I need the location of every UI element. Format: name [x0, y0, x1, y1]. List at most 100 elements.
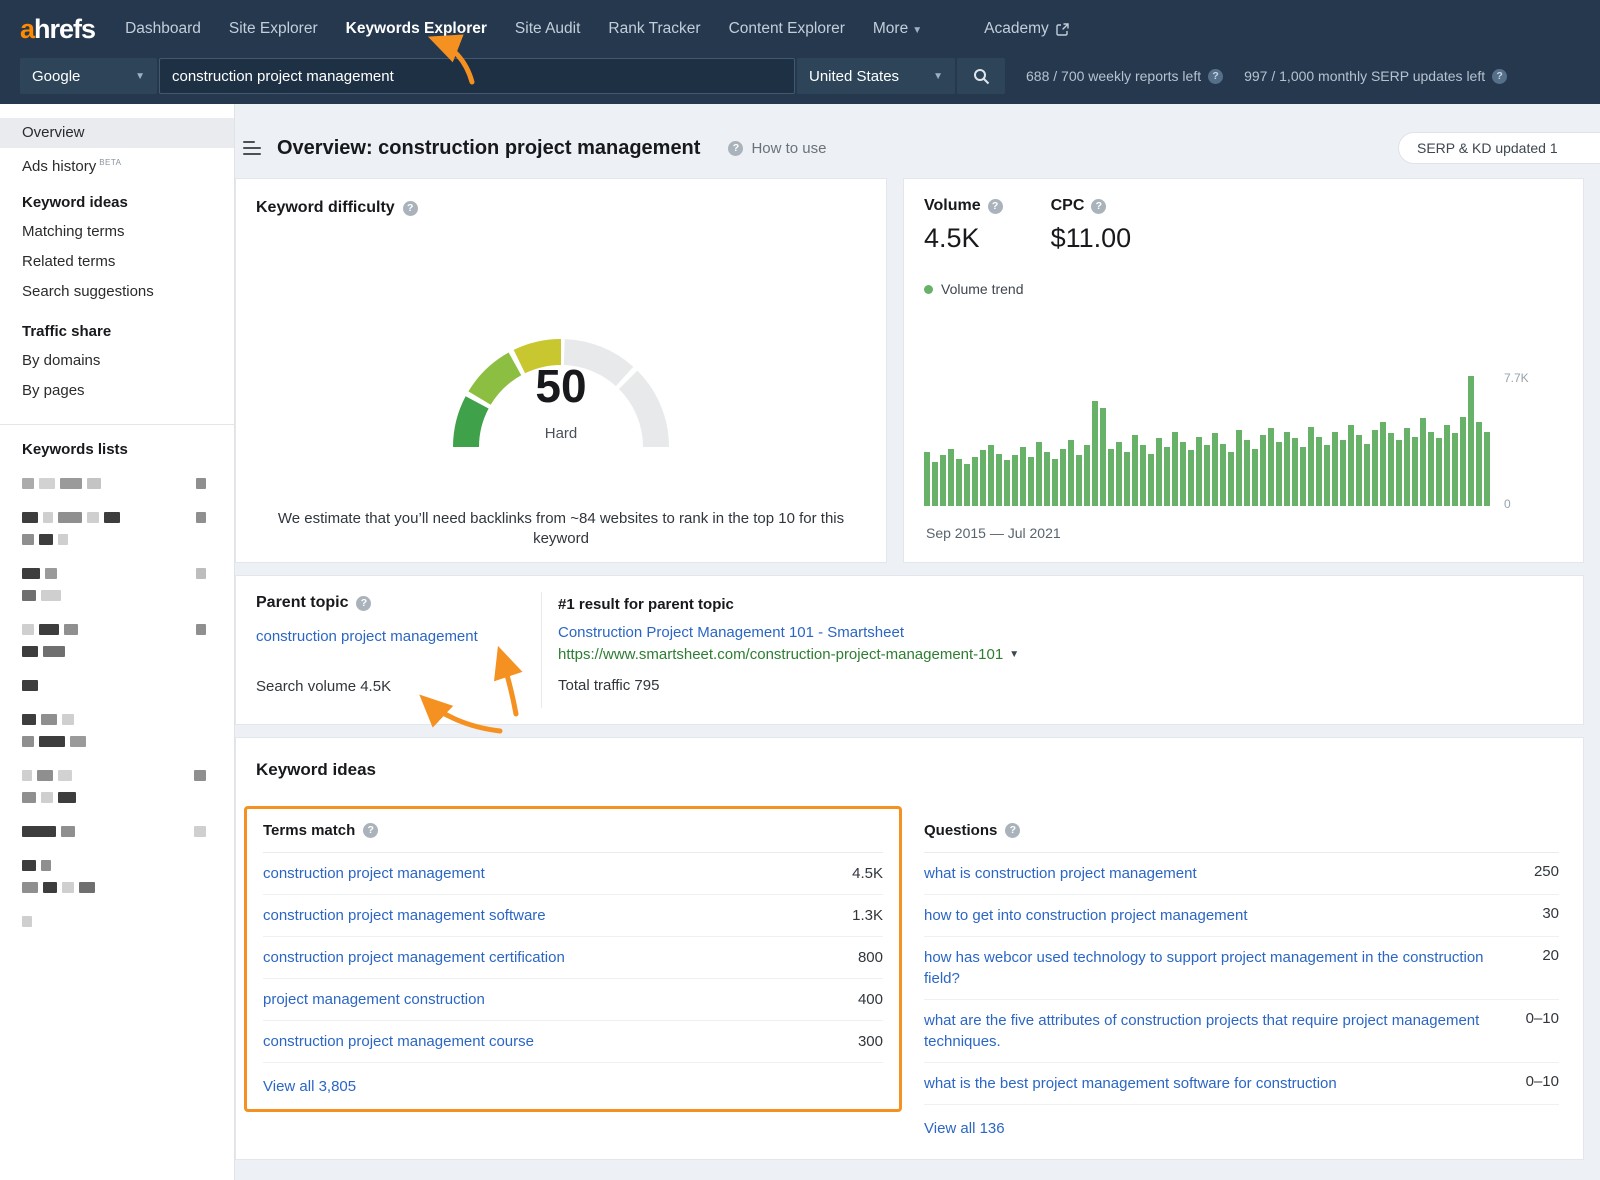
ahrefs-logo[interactable]: ahrefs [20, 14, 95, 45]
redacted-list-item[interactable] [22, 568, 234, 580]
table-row: what are the five attributes of construc… [924, 1000, 1559, 1063]
help-icon[interactable]: ? [363, 823, 378, 838]
parent-topic-keyword-link[interactable]: construction project management [256, 628, 478, 645]
keyword-link[interactable]: construction project management software [263, 907, 546, 924]
top-result-title-link[interactable]: Construction Project Management 101 - Sm… [558, 624, 904, 641]
volume-bar [1404, 428, 1410, 506]
search-button[interactable] [957, 58, 1005, 94]
volume-bar [1012, 455, 1018, 506]
volume-bar [1380, 422, 1386, 506]
redacted-list-item[interactable] [22, 534, 234, 546]
sidebar-item-ads-history[interactable]: Ads historyBETA [0, 148, 234, 178]
top-result-url[interactable]: https://www.smartsheet.com/construction-… [558, 646, 1019, 663]
cpc-label: CPC [1051, 197, 1085, 215]
serp-kd-updated-badge[interactable]: SERP & KD updated 1 [1398, 132, 1600, 164]
redacted-list-item[interactable] [22, 882, 234, 894]
logo-a: a [20, 14, 34, 44]
volume-bar [956, 459, 962, 506]
volume-cpc-card: Volume? 4.5K CPC? $11.00 Volume trend 7.… [903, 178, 1584, 563]
redacted-list-item[interactable] [22, 590, 234, 602]
search-engine-select[interactable]: Google▼ [20, 58, 157, 94]
sidebar-header-traffic-share: Traffic share [0, 307, 234, 346]
volume-bar [932, 462, 938, 506]
sidebar-item-by-domains[interactable]: By domains [0, 346, 234, 376]
help-icon[interactable]: ? [1091, 199, 1106, 214]
volume-bar [1052, 459, 1058, 506]
volume-bar [1068, 440, 1074, 506]
how-to-use-link[interactable]: ?How to use [728, 140, 826, 157]
keywords-lists-redacted [0, 464, 234, 928]
redacted-list-item[interactable] [22, 512, 234, 524]
help-icon[interactable]: ? [1208, 69, 1223, 84]
nav-item-keywords-explorer[interactable]: Keywords Explorer [346, 20, 487, 38]
country-select[interactable]: United States▼ [797, 58, 955, 94]
sidebar-item-search-suggestions[interactable]: Search suggestions [0, 277, 234, 307]
nav-item-rank-tracker[interactable]: Rank Tracker [608, 20, 700, 38]
sidebar: Overview Ads historyBETA Keyword ideas M… [0, 104, 235, 1180]
redacted-list-item[interactable] [22, 736, 234, 748]
volume-cell: 400 [858, 991, 883, 1008]
help-icon[interactable]: ? [988, 199, 1003, 214]
nav-item-dashboard[interactable]: Dashboard [125, 20, 201, 38]
keyword-link[interactable]: construction project management course [263, 1033, 534, 1050]
keyword-link[interactable]: what is construction project management [924, 863, 1534, 884]
keyword-link[interactable]: construction project management certific… [263, 949, 565, 966]
questions-view-all-link[interactable]: View all 136 [924, 1105, 1559, 1151]
contents-icon[interactable] [243, 141, 261, 155]
redacted-list-item[interactable] [22, 826, 234, 838]
redacted-list-item[interactable] [22, 860, 234, 872]
redacted-list-item[interactable] [22, 478, 234, 490]
help-icon[interactable]: ? [356, 596, 371, 611]
nav-item-site-explorer[interactable]: Site Explorer [229, 20, 318, 38]
volume-bar [1228, 452, 1234, 506]
volume-bar [1036, 442, 1042, 506]
volume-bar [1484, 432, 1490, 506]
sidebar-item-by-pages[interactable]: By pages [0, 376, 234, 406]
volume-bar [1148, 454, 1154, 506]
redacted-list-item[interactable] [22, 680, 234, 692]
chevron-down-icon: ▼ [933, 71, 943, 82]
volume-bar [1108, 449, 1114, 506]
chevron-down-icon: ▼ [912, 25, 922, 36]
redacted-list-item[interactable] [22, 646, 234, 658]
help-icon[interactable]: ? [403, 201, 418, 216]
redacted-list-item[interactable] [22, 714, 234, 726]
volume-bar [1172, 432, 1178, 506]
keyword-link[interactable]: project management construction [263, 991, 485, 1008]
help-icon[interactable]: ? [1005, 823, 1020, 838]
terms-match-view-all-link[interactable]: View all 3,805 [263, 1063, 883, 1109]
external-link-icon [1056, 23, 1069, 36]
difficulty-value: 50 [411, 359, 711, 413]
nav-item-more[interactable]: More▼ [873, 20, 922, 38]
volume-cell: 0–10 [1526, 1073, 1559, 1090]
sidebar-item-overview[interactable]: Overview [0, 118, 234, 148]
redacted-list-item[interactable] [22, 770, 234, 782]
keyword-link[interactable]: what are the five attributes of construc… [924, 1010, 1526, 1052]
keyword-link[interactable]: how has webcor used technology to suppor… [924, 947, 1542, 989]
redacted-list-item[interactable] [22, 792, 234, 804]
chevron-down-icon: ▼ [135, 71, 145, 82]
help-icon[interactable]: ? [1492, 69, 1507, 84]
top-navigation-bar: ahrefs Dashboard Site Explorer Keywords … [0, 0, 1600, 104]
volume-bar [1220, 444, 1226, 506]
keyword-search-input[interactable] [159, 58, 795, 94]
legend-dot-icon [924, 285, 933, 294]
volume-bar [1308, 427, 1314, 506]
keyword-link[interactable]: construction project management [263, 865, 485, 882]
keyword-link[interactable]: what is the best project management soft… [924, 1073, 1526, 1094]
sidebar-item-matching-terms[interactable]: Matching terms [0, 217, 234, 247]
volume-cell: 0–10 [1526, 1010, 1559, 1027]
volume-bar [964, 464, 970, 506]
nav-item-site-audit[interactable]: Site Audit [515, 20, 581, 38]
volume-bar [980, 450, 986, 506]
volume-bar [1180, 442, 1186, 506]
keyword-link[interactable]: how to get into construction project man… [924, 905, 1542, 926]
nav-item-content-explorer[interactable]: Content Explorer [729, 20, 845, 38]
nav-item-academy[interactable]: Academy [984, 20, 1069, 38]
volume-bar [1044, 452, 1050, 506]
redacted-list-item[interactable] [22, 916, 234, 928]
sidebar-item-related-terms[interactable]: Related terms [0, 247, 234, 277]
volume-bar [1204, 445, 1210, 506]
redacted-list-item[interactable] [22, 624, 234, 636]
table-row: construction project management certific… [263, 937, 883, 979]
